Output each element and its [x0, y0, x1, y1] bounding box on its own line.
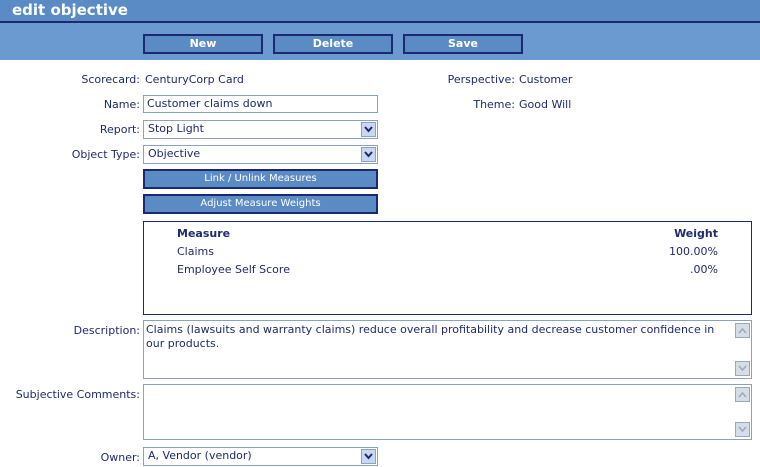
subjective-comments-label: Subjective Comments:: [15, 388, 140, 401]
scroll-down-icon[interactable]: [735, 422, 750, 437]
report-select[interactable]: Stop Light: [143, 120, 378, 139]
adjust-measure-weights-button[interactable]: Adjust Measure Weights: [143, 194, 378, 214]
perspective-value: Customer: [519, 73, 573, 86]
window-title: edit objective: [0, 0, 760, 21]
description-label: Description:: [73, 324, 140, 337]
toolbar: New Delete Save: [0, 23, 760, 60]
scroll-down-icon[interactable]: [735, 361, 750, 376]
measures-table: Measure Weight Claims 100.00% Employee S…: [143, 221, 752, 315]
measure-name-cell: Claims: [177, 245, 214, 258]
owner-label: Owner:: [100, 451, 140, 464]
description-text: Claims (lawsuits and warranty claims) re…: [146, 323, 715, 350]
owner-select[interactable]: A, Vendor (vendor): [143, 447, 378, 466]
measure-weight-cell: 100.00%: [669, 245, 718, 258]
measure-name-cell: Employee Self Score: [177, 263, 290, 276]
measure-column-header: Measure: [177, 227, 231, 240]
link-unlink-measures-button[interactable]: Link / Unlink Measures: [143, 169, 378, 189]
scroll-up-icon[interactable]: [735, 323, 750, 338]
chevron-down-icon[interactable]: [361, 122, 376, 137]
save-button[interactable]: Save: [403, 34, 523, 54]
description-textarea[interactable]: Claims (lawsuits and warranty claims) re…: [143, 320, 752, 379]
name-field[interactable]: Customer claims down: [143, 95, 378, 113]
weight-column-header: Weight: [674, 227, 718, 240]
delete-button[interactable]: Delete: [273, 34, 393, 54]
theme-value: Good Will: [519, 98, 572, 111]
chevron-down-icon[interactable]: [361, 449, 376, 464]
report-label: Report:: [99, 123, 140, 136]
chevron-down-icon[interactable]: [361, 147, 376, 162]
subjective-comments-textarea[interactable]: [143, 384, 752, 440]
perspective-label: Perspective:: [447, 73, 515, 86]
object-type-select-value: Objective: [148, 147, 201, 160]
report-select-value: Stop Light: [148, 122, 204, 135]
scorecard-value: CenturyCorp Card: [145, 73, 244, 86]
scroll-up-icon[interactable]: [735, 387, 750, 402]
scorecard-label: Scorecard:: [81, 73, 140, 86]
object-type-label: Object Type:: [71, 148, 140, 161]
name-label: Name:: [103, 98, 140, 111]
theme-label: Theme:: [473, 98, 515, 111]
new-button[interactable]: New: [143, 34, 263, 54]
measure-weight-cell: .00%: [690, 263, 718, 276]
object-type-select[interactable]: Objective: [143, 145, 378, 164]
owner-select-value: A, Vendor (vendor): [148, 449, 252, 462]
